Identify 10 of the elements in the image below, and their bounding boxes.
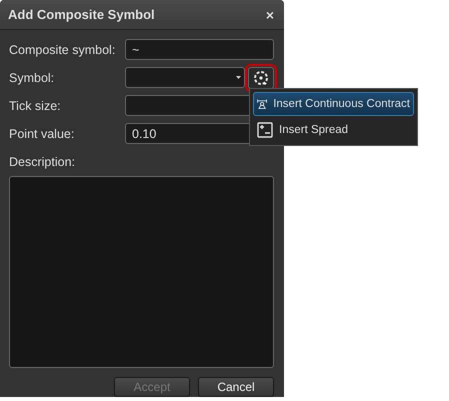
window-title: Add Composite Symbol [8, 7, 155, 22]
input-field[interactable]: ~ [125, 39, 274, 60]
close-button[interactable]: × [266, 6, 274, 22]
field-label: Symbol: [9, 70, 56, 84]
cancel-button[interactable]: Cancel [198, 377, 274, 397]
field-label: Point value: [9, 126, 76, 140]
menu-item[interactable]: Insert Continuous Contract [253, 92, 414, 116]
field-label: Composite symbol: [9, 42, 116, 56]
field-label: Description: [9, 155, 76, 169]
field-label: Tick size: [9, 98, 62, 112]
